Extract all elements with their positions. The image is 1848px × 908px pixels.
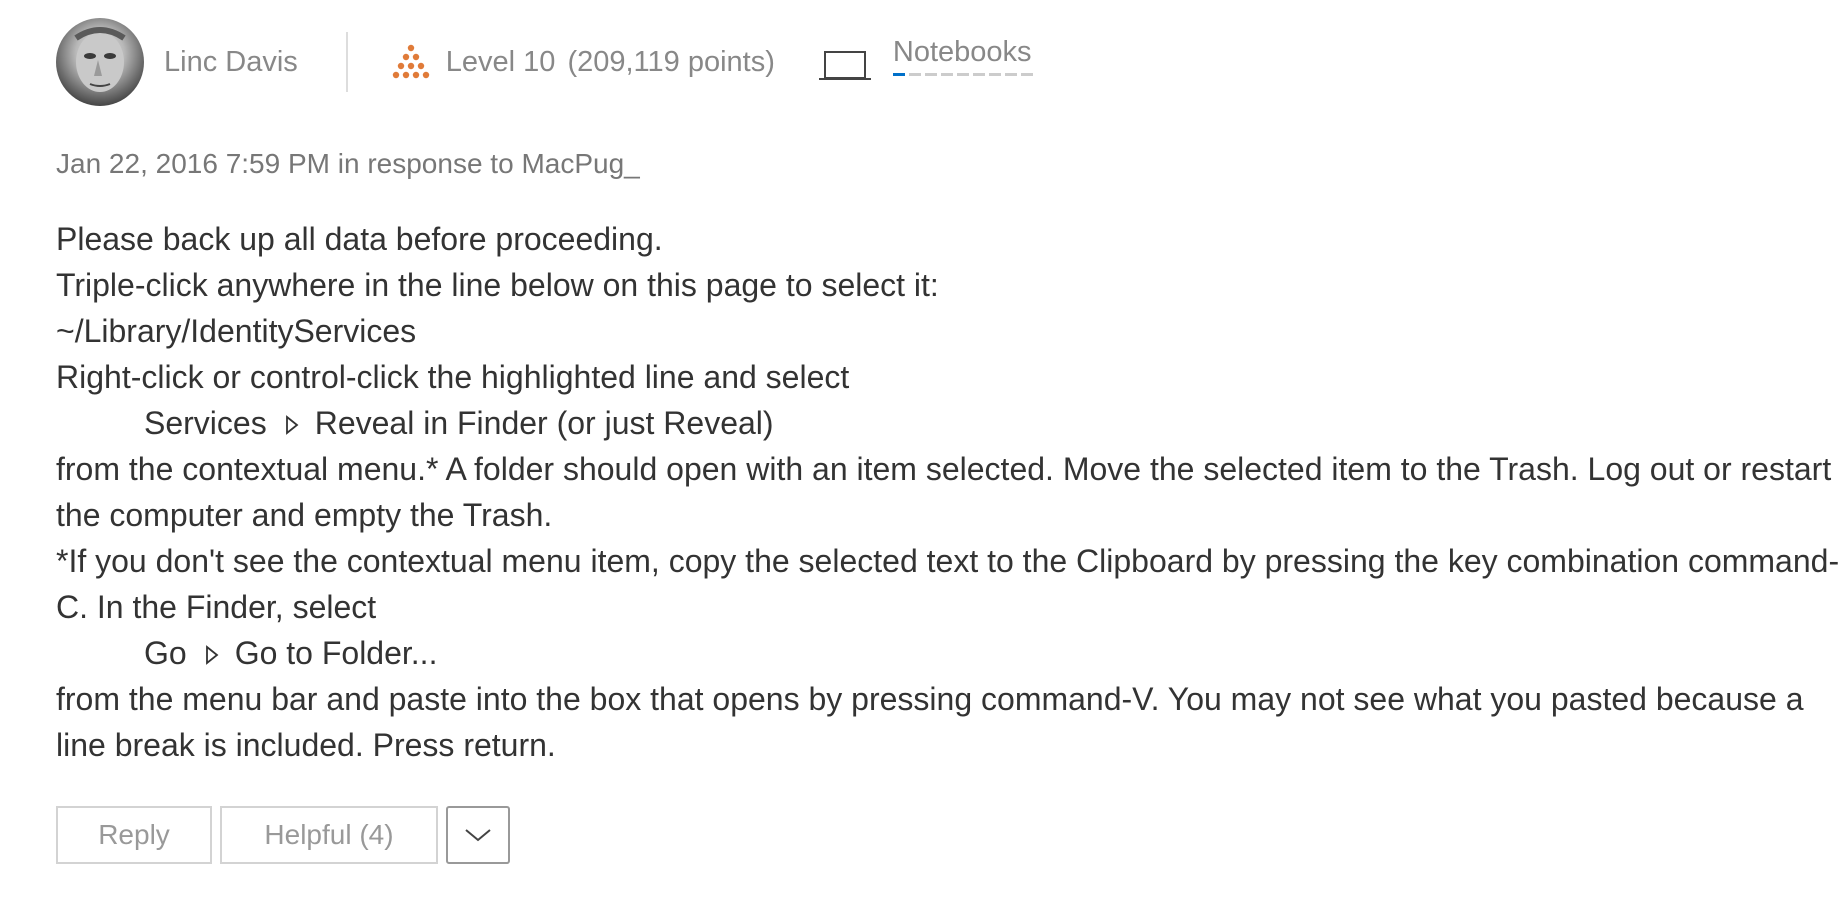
- notebooks-label: Notebooks: [892, 36, 1032, 68]
- post-meta: Jan 22, 2016 7:59 PM in response to MacP…: [56, 148, 640, 180]
- body-line: Please back up all data before proceedin…: [56, 221, 663, 257]
- body-paragraph: from the menu bar and paste into the box…: [56, 681, 1804, 763]
- author-name[interactable]: Linc Davis: [164, 46, 298, 79]
- notebooks-progress-segment: [956, 73, 969, 76]
- menu-path-go: Go Go to Folder...: [56, 630, 1846, 676]
- reply-button[interactable]: Reply: [56, 806, 212, 864]
- notebooks-progress-segment: [908, 73, 921, 76]
- notebooks-progress-segment: [892, 73, 905, 76]
- notebooks-progress-segment: [1004, 73, 1017, 76]
- more-actions-button[interactable]: [446, 806, 510, 864]
- avatar[interactable]: [56, 18, 144, 106]
- body-line: Right-click or control-click the highlig…: [56, 359, 850, 395]
- path-line: ~/Library/IdentityServices: [56, 313, 417, 349]
- body-paragraph: from the contextual menu.* A folder shou…: [56, 451, 1832, 533]
- chevron-down-icon: [465, 829, 491, 842]
- triangle-right-icon: [205, 645, 219, 665]
- notebooks-progress: [892, 73, 1033, 76]
- level-label: Level 10: [445, 45, 556, 78]
- notebooks-progress-segment: [924, 73, 937, 76]
- avatar-face-icon: [74, 27, 126, 92]
- post-actions: Reply Helpful (4): [56, 806, 510, 864]
- in-response-to-link[interactable]: MacPug_: [521, 148, 639, 179]
- menu-path-part: Services: [144, 405, 267, 441]
- in-response-to-label: in response to: [337, 148, 514, 179]
- notebooks-progress-segment: [940, 73, 953, 76]
- post-timestamp: Jan 22, 2016 7:59 PM: [56, 148, 330, 179]
- body-paragraph: *If you don't see the contextual menu it…: [56, 543, 1840, 625]
- triangle-right-icon: [285, 415, 299, 435]
- menu-path-part: Reveal in Finder (or just Reveal): [314, 405, 774, 441]
- level-pyramid-icon: [392, 44, 429, 79]
- body-line: Triple-click anywhere in the line below …: [56, 267, 939, 303]
- menu-path-services: Services Reveal in Finder (or just Reveal…: [56, 400, 1846, 446]
- notebooks-progress-segment: [1020, 73, 1033, 76]
- notebooks-link[interactable]: Notebooks: [892, 36, 1033, 76]
- notebooks-progress-segment: [988, 73, 1001, 76]
- post-body: Please back up all data before proceedin…: [56, 216, 1846, 768]
- points-label: (209,119 points): [567, 45, 775, 78]
- helpful-button[interactable]: Helpful (4): [220, 806, 438, 864]
- notebook-icon: [818, 51, 871, 80]
- divider: [345, 32, 348, 92]
- notebooks-progress-segment: [972, 73, 985, 76]
- menu-path-part: Go: [144, 635, 187, 671]
- menu-path-part: Go to Folder...: [234, 635, 438, 671]
- author-bar: Linc Davis Level 10 (209,119 points) Not…: [56, 17, 1033, 107]
